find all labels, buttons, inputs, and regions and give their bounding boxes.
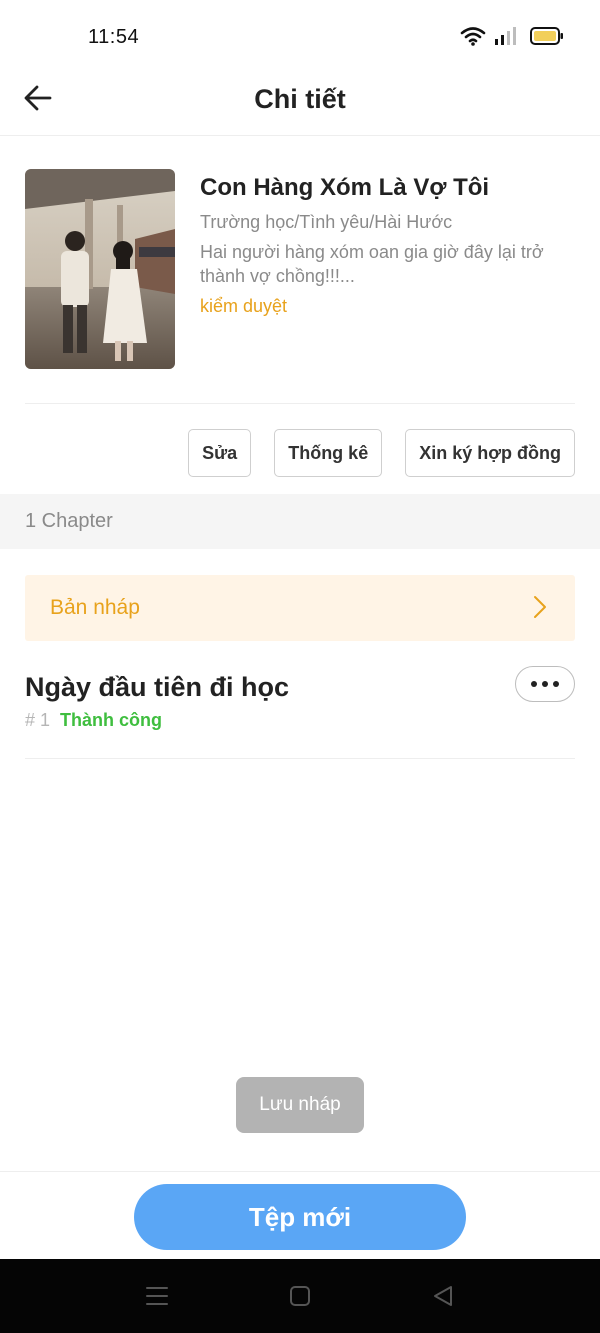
status-time: 11:54	[88, 26, 140, 48]
system-nav-bar	[0, 1259, 600, 1333]
new-file-button[interactable]: Tệp mới	[134, 1184, 466, 1250]
bottom-bar: Tệp mới	[0, 1171, 600, 1259]
draft-label: Bản nháp	[50, 596, 140, 619]
wifi-icon	[460, 26, 486, 51]
book-title: Con Hàng Xóm Là Vợ Tôi	[200, 174, 490, 201]
contract-button[interactable]: Xin ký hợp đồng	[405, 429, 575, 477]
stats-button[interactable]: Thống kê	[274, 429, 383, 477]
book-info: Con Hàng Xóm Là Vợ Tôi Trường học/Tình y…	[25, 168, 575, 404]
battery-icon	[530, 26, 564, 50]
chapter-number: # 1	[25, 710, 51, 730]
book-actions: Sửa Thống kê Xin ký hợp đồng	[188, 429, 575, 477]
chevron-right-icon	[533, 595, 547, 624]
chapter-title: Ngày đầu tiên đi học	[25, 672, 290, 702]
menu-icon[interactable]	[144, 1283, 170, 1309]
book-genres: Trường học/Tình yêu/Hài Hước	[200, 212, 453, 232]
status-icons	[460, 26, 564, 50]
chapter-count-bar: 1 Chapter	[0, 494, 600, 549]
page-title: Chi tiết	[254, 84, 346, 114]
header: Chi tiết	[0, 72, 600, 136]
edit-button[interactable]: Sửa	[188, 429, 252, 477]
more-options-button[interactable]	[515, 666, 575, 702]
book-status: kiểm duyệt	[200, 296, 288, 316]
save-draft-toast: Lưu nháp	[236, 1077, 364, 1133]
home-square-icon[interactable]	[287, 1283, 313, 1309]
chapter-meta: # 1 Thành công	[25, 710, 162, 731]
chapter-item[interactable]: Ngày đầu tiên đi học # 1 Thành công	[25, 660, 575, 759]
book-description: Hai người hàng xóm oan gia giờ đây lại t…	[200, 242, 544, 286]
draft-row[interactable]: Bản nháp	[25, 575, 575, 641]
chapter-count: 1 Chapter	[25, 510, 113, 532]
chapter-status: Thành công	[60, 710, 163, 730]
book-text: Con Hàng Xóm Là Vợ Tôi Trường học/Tình y…	[200, 172, 575, 318]
more-dots-icon	[531, 681, 559, 687]
signal-icon	[494, 26, 516, 51]
back-triangle-icon[interactable]	[430, 1283, 456, 1309]
book-cover-image[interactable]	[25, 169, 175, 369]
status-bar: 11:54	[0, 0, 600, 72]
